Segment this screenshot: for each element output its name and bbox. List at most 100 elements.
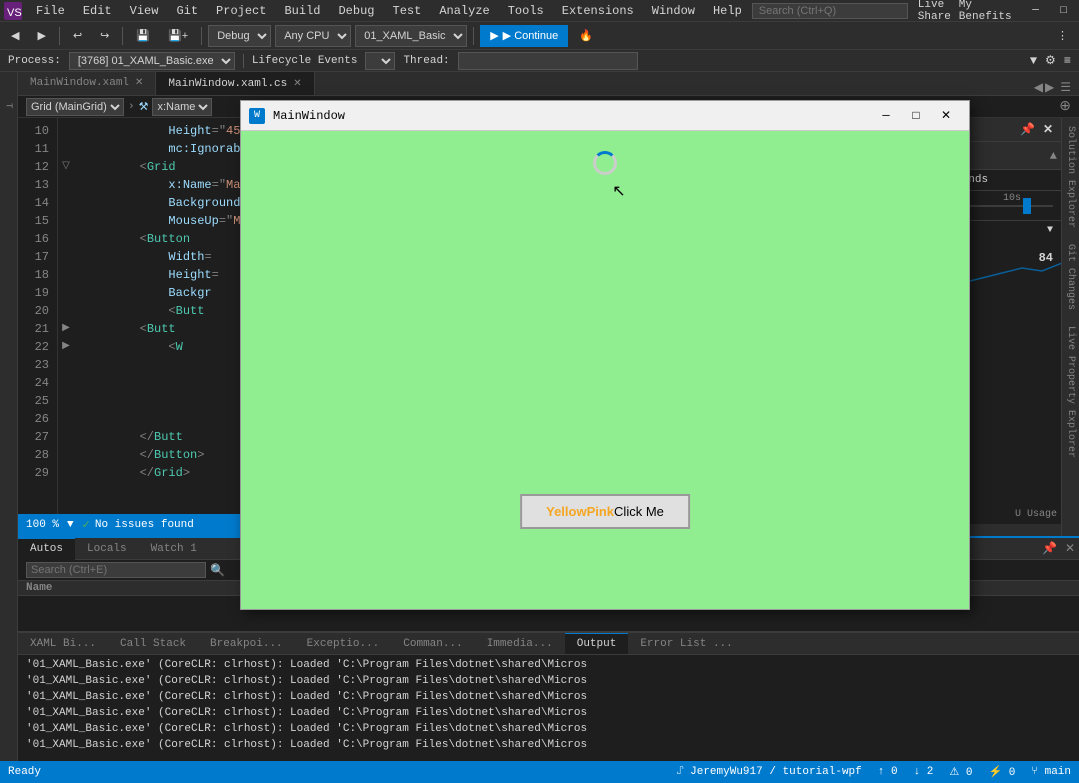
lifecycle-dropdown[interactable] (365, 52, 395, 70)
tab-close-1[interactable]: ✕ (293, 78, 301, 90)
menu-analyze[interactable]: Analyze (431, 2, 497, 20)
breadcrumb-left-dropdown[interactable]: Grid (MainGrid) (26, 98, 124, 116)
menu-window[interactable]: Window (644, 2, 703, 20)
continue-button[interactable]: ▶ ▶ Continue (480, 25, 568, 47)
output-tab-immediate[interactable]: Immedia... (475, 633, 565, 655)
collapse-12[interactable]: ▽ (58, 158, 74, 176)
autos-search-btn[interactable]: 🔍 (210, 563, 225, 578)
toolbar-undo[interactable]: ↩ (66, 25, 89, 47)
output-tab-xaml[interactable]: XAML Bi... (18, 633, 108, 655)
menu-git[interactable]: Git (168, 2, 206, 20)
toolbar-forward[interactable]: ▶ (30, 25, 52, 47)
autos-tab-locals[interactable]: Locals (75, 538, 139, 560)
toolbar-save-all[interactable]: 💾+ (161, 25, 195, 47)
toolbar-filter-btn[interactable]: ▼ (1030, 54, 1037, 68)
diag-scroll-up[interactable]: ▲ (1050, 149, 1057, 163)
output-tab-breakpoints[interactable]: Breakpoi... (198, 633, 295, 655)
live-share-btn[interactable]: Live Share (918, 0, 951, 23)
menu-view[interactable]: View (122, 2, 167, 20)
autos-pin-btn[interactable]: 📌 (1038, 541, 1061, 556)
status-text: No issues found (95, 519, 194, 531)
pull-count[interactable]: ↓ 2 (914, 766, 934, 778)
toolbar-more[interactable]: ⋮ (1050, 25, 1075, 47)
output-panel: XAML Bi... Call Stack Breakpoi... Except… (18, 631, 1079, 761)
breadcrumb-right-dropdown[interactable]: x:Name (152, 98, 212, 116)
menu-tools[interactable]: Tools (500, 2, 552, 20)
git-repo-label[interactable]: ⑀ JeremyWu917 / tutorial-wpf (677, 766, 862, 778)
events-expand[interactable]: ▼ (1047, 225, 1053, 236)
wpf-maximize[interactable]: □ (901, 102, 931, 130)
tab-menu[interactable]: ☰ (1056, 80, 1075, 95)
diag-close-btn[interactable]: ✕ (1043, 122, 1053, 137)
menu-debug[interactable]: Debug (330, 2, 382, 20)
maximize-button[interactable]: □ (1050, 0, 1078, 22)
menu-project[interactable]: Project (208, 2, 274, 20)
collapse-21[interactable]: ▶ (58, 320, 74, 338)
lifecycle-label: Lifecycle Events (252, 55, 358, 67)
menu-build[interactable]: Build (276, 2, 328, 20)
menu-file[interactable]: File (28, 2, 73, 20)
autos-tab-watch[interactable]: Watch 1 (139, 538, 209, 560)
left-sidebar: T (0, 72, 18, 761)
my-benefits-btn[interactable]: My Benefits (959, 0, 1012, 23)
output-tab-output[interactable]: Output (565, 633, 629, 655)
warnings-btn[interactable]: ⚡ 0 (988, 765, 1015, 779)
toolbar-save[interactable]: 💾 (129, 25, 157, 47)
thread-input[interactable] (458, 52, 638, 70)
errors-btn[interactable]: ⚠ 0 (949, 765, 972, 779)
search-input[interactable] (752, 3, 908, 19)
tab-mainwindow-xaml[interactable]: MainWindow.xaml ✕ (18, 72, 156, 95)
sidebar-live-property[interactable]: Live Property Explorer (1063, 322, 1078, 462)
cpu-usage-label: U Usage (1015, 509, 1057, 520)
tab-mainwindow-cs[interactable]: MainWindow.xaml.cs ✕ (156, 72, 314, 95)
tab-scroll-right[interactable]: ▶ (1045, 80, 1054, 95)
menu-edit[interactable]: Edit (75, 2, 120, 20)
add-bookmark-btn[interactable]: ⊕ (1059, 98, 1071, 115)
output-tabs-bar: XAML Bi... Call Stack Breakpoi... Except… (18, 633, 1079, 655)
toolbar-extra-btn[interactable]: ≡ (1064, 54, 1071, 68)
autos-tab-autos[interactable]: Autos (18, 538, 75, 560)
tab-close-0[interactable]: ✕ (135, 77, 143, 89)
breadcrumb-icon: ⚒ (139, 100, 149, 114)
wpf-close[interactable]: ✕ (931, 102, 961, 130)
wpf-titlebar: W MainWindow ─ □ ✕ (241, 101, 969, 131)
output-tab-errorlist[interactable]: Error List ... (628, 633, 744, 655)
platform-dropdown[interactable]: Any CPU (275, 25, 351, 47)
wpf-click-button[interactable]: YellowPinkClick Me (520, 494, 690, 529)
hot-reload-btn[interactable]: 🔥 (572, 25, 600, 47)
output-line-3: '01_XAML_Basic.exe' (CoreCLR: clrhost): … (26, 705, 1071, 721)
toolbar-settings-btn[interactable]: ⚙ (1045, 53, 1056, 68)
output-tab-exceptions[interactable]: Exceptio... (295, 633, 392, 655)
loading-spinner (593, 151, 617, 175)
git-branch[interactable]: ⑂ main (1031, 766, 1071, 778)
window-controls: ─ □ ✕ (1022, 0, 1079, 22)
menu-help[interactable]: Help (705, 2, 750, 20)
project-dropdown[interactable]: 01_XAML_Basic (355, 25, 467, 47)
output-tab-callstack[interactable]: Call Stack (108, 633, 198, 655)
wpf-controls: ─ □ ✕ (871, 102, 961, 130)
wpf-minimize[interactable]: ─ (871, 102, 901, 130)
zoom-dropdown[interactable]: ▼ (67, 519, 74, 531)
team-explorer-icon[interactable]: T (2, 76, 16, 136)
ready-status: Ready (8, 766, 41, 778)
sidebar-git-changes[interactable]: Git Changes (1063, 240, 1078, 314)
sep (243, 54, 244, 68)
minimize-button[interactable]: ─ (1022, 0, 1050, 22)
tab-scroll-left[interactable]: ◀ (1034, 80, 1043, 95)
continue-label: ▶ Continue (503, 29, 559, 42)
diag-pin-btn[interactable]: 📌 (1020, 122, 1035, 137)
autos-close-btn[interactable]: ✕ (1061, 541, 1079, 556)
debug-config-dropdown[interactable]: Debug (208, 25, 271, 47)
sidebar-solution-explorer[interactable]: Solution Explorer (1063, 122, 1078, 232)
autos-search-input[interactable] (26, 562, 206, 578)
timeline-thumb-right[interactable] (1023, 198, 1031, 214)
toolbar-redo[interactable]: ↪ (93, 25, 116, 47)
collapse-22[interactable]: ▶ (58, 338, 74, 356)
btn-black-text: Click Me (614, 504, 664, 519)
menu-extensions[interactable]: Extensions (554, 2, 642, 20)
process-dropdown[interactable]: [3768] 01_XAML_Basic.exe (69, 52, 235, 70)
menu-test[interactable]: Test (385, 2, 430, 20)
toolbar-back[interactable]: ◀ (4, 25, 26, 47)
output-tab-command[interactable]: Comman... (391, 633, 474, 655)
push-count[interactable]: ↑ 0 (878, 766, 898, 778)
